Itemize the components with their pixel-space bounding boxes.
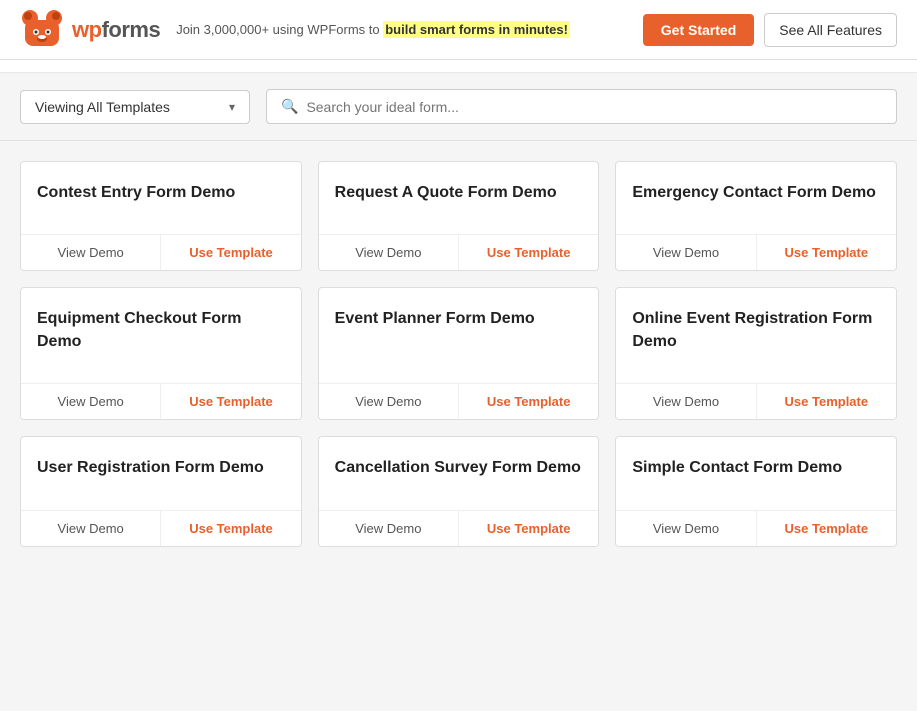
card-title: Cancellation Survey Form Demo xyxy=(335,457,583,479)
template-card: Emergency Contact Form Demo View Demo Us… xyxy=(615,161,897,271)
card-body: Request A Quote Form Demo xyxy=(319,162,599,234)
template-card: Online Event Registration Form Demo View… xyxy=(615,287,897,420)
template-card: Request A Quote Form Demo View Demo Use … xyxy=(318,161,600,271)
dropdown-label: Viewing All Templates xyxy=(35,99,170,115)
card-footer: View Demo Use Template xyxy=(319,383,599,419)
view-demo-button[interactable]: View Demo xyxy=(616,384,756,419)
card-footer: View Demo Use Template xyxy=(616,383,896,419)
card-footer: View Demo Use Template xyxy=(21,234,301,270)
template-card: Contest Entry Form Demo View Demo Use Te… xyxy=(20,161,302,271)
use-template-button[interactable]: Use Template xyxy=(459,511,598,546)
use-template-button[interactable]: Use Template xyxy=(459,235,598,270)
card-title: Emergency Contact Form Demo xyxy=(632,182,880,204)
card-footer: View Demo Use Template xyxy=(616,234,896,270)
card-footer: View Demo Use Template xyxy=(616,510,896,546)
card-title: Contest Entry Form Demo xyxy=(37,182,285,204)
tagline-highlight: build smart forms in minutes! xyxy=(383,21,570,38)
view-demo-button[interactable]: View Demo xyxy=(21,235,161,270)
card-body: Equipment Checkout Form Demo xyxy=(21,288,301,383)
tagline-bar xyxy=(0,60,917,73)
logo-wordmark: wpforms xyxy=(72,17,160,43)
view-demo-button[interactable]: View Demo xyxy=(319,235,459,270)
chevron-down-icon: ▾ xyxy=(229,100,235,114)
view-demo-button[interactable]: View Demo xyxy=(616,235,756,270)
card-body: Online Event Registration Form Demo xyxy=(616,288,896,383)
card-body: Emergency Contact Form Demo xyxy=(616,162,896,234)
filters-bar: Viewing All Templates ▾ 🔍 xyxy=(0,73,917,141)
header-buttons: Get Started See All Features xyxy=(643,13,897,47)
template-card: Cancellation Survey Form Demo View Demo … xyxy=(318,436,600,546)
card-footer: View Demo Use Template xyxy=(21,510,301,546)
card-body: User Registration Form Demo xyxy=(21,437,301,509)
search-icon: 🔍 xyxy=(281,98,298,115)
card-footer: View Demo Use Template xyxy=(319,510,599,546)
site-header: wpforms Join 3,000,000+ using WPForms to… xyxy=(0,0,917,60)
card-body: Simple Contact Form Demo xyxy=(616,437,896,509)
template-card: Equipment Checkout Form Demo View Demo U… xyxy=(20,287,302,420)
card-title: Request A Quote Form Demo xyxy=(335,182,583,204)
card-title: Event Planner Form Demo xyxy=(335,308,583,330)
template-card: Simple Contact Form Demo View Demo Use T… xyxy=(615,436,897,546)
view-demo-button[interactable]: View Demo xyxy=(21,384,161,419)
card-body: Cancellation Survey Form Demo xyxy=(319,437,599,509)
view-demo-button[interactable]: View Demo xyxy=(319,511,459,546)
view-demo-button[interactable]: View Demo xyxy=(616,511,756,546)
template-card: User Registration Form Demo View Demo Us… xyxy=(20,436,302,546)
card-footer: View Demo Use Template xyxy=(319,234,599,270)
view-demo-button[interactable]: View Demo xyxy=(21,511,161,546)
see-all-features-button[interactable]: See All Features xyxy=(764,13,897,47)
use-template-button[interactable]: Use Template xyxy=(161,384,300,419)
card-body: Contest Entry Form Demo xyxy=(21,162,301,234)
get-started-button[interactable]: Get Started xyxy=(643,14,754,46)
logo[interactable]: wpforms xyxy=(20,8,160,52)
card-footer: View Demo Use Template xyxy=(21,383,301,419)
card-body: Event Planner Form Demo xyxy=(319,288,599,383)
card-title: User Registration Form Demo xyxy=(37,457,285,479)
header-left: wpforms Join 3,000,000+ using WPForms to… xyxy=(20,8,570,52)
logo-bear-icon xyxy=(20,8,64,52)
search-box: 🔍 xyxy=(266,89,897,124)
use-template-button[interactable]: Use Template xyxy=(459,384,598,419)
template-grid: Contest Entry Form Demo View Demo Use Te… xyxy=(0,141,917,567)
search-input[interactable] xyxy=(306,99,882,115)
template-card: Event Planner Form Demo View Demo Use Te… xyxy=(318,287,600,420)
use-template-button[interactable]: Use Template xyxy=(757,384,896,419)
tagline-text: Join 3,000,000+ using WPForms to xyxy=(176,22,383,37)
card-title: Simple Contact Form Demo xyxy=(632,457,880,479)
use-template-button[interactable]: Use Template xyxy=(161,511,300,546)
logo-text: wpforms xyxy=(72,17,160,42)
use-template-button[interactable]: Use Template xyxy=(757,235,896,270)
card-title: Equipment Checkout Form Demo xyxy=(37,308,285,353)
header-tagline: Join 3,000,000+ using WPForms to build s… xyxy=(176,22,570,37)
view-demo-button[interactable]: View Demo xyxy=(319,384,459,419)
card-title: Online Event Registration Form Demo xyxy=(632,308,880,353)
use-template-button[interactable]: Use Template xyxy=(161,235,300,270)
template-filter-dropdown[interactable]: Viewing All Templates ▾ xyxy=(20,90,250,124)
use-template-button[interactable]: Use Template xyxy=(757,511,896,546)
